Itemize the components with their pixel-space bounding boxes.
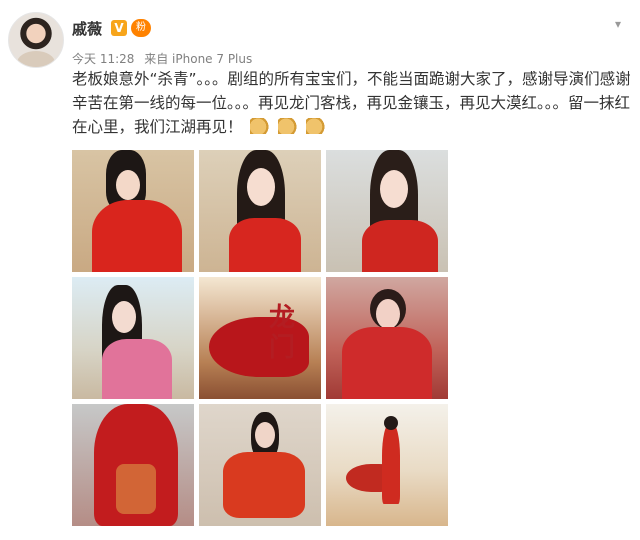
photo-4[interactable] — [72, 277, 194, 399]
avatar-shoulders — [17, 51, 55, 67]
vip-badge: V — [111, 20, 127, 36]
photo-8[interactable] — [199, 404, 321, 526]
photo-1[interactable] — [72, 150, 194, 272]
photo-9[interactable] — [326, 404, 448, 526]
post-meta: 今天 11:28 来自 iPhone 7 Plus — [72, 50, 252, 67]
post-text: 老板娘意外“杀青”。。。剧组的所有宝宝们，不能当面跪谢大家了，感谢导演们感谢辛苦… — [72, 67, 632, 139]
post-time[interactable]: 今天 11:28 — [72, 52, 134, 66]
photo-5[interactable]: 龙门 — [199, 277, 321, 399]
avatar[interactable] — [8, 12, 64, 68]
praying-hands-icon — [278, 118, 299, 134]
photo-7[interactable] — [72, 404, 194, 526]
chevron-down-icon[interactable]: ▾ — [610, 16, 626, 32]
post-text-content: 老板娘意外“杀青”。。。剧组的所有宝宝们，不能当面跪谢大家了，感谢导演们感谢辛苦… — [72, 70, 631, 136]
photo-6[interactable] — [326, 277, 448, 399]
praying-hands-icon — [306, 118, 327, 134]
photo-grid: 龙门 — [72, 150, 448, 526]
photo-3[interactable] — [326, 150, 448, 272]
weibo-post: 戚薇 V 粉 ▾ 今天 11:28 来自 iPhone 7 Plus 老板娘意外… — [0, 0, 640, 540]
photo-2[interactable] — [199, 150, 321, 272]
praying-hands-icon — [250, 118, 271, 134]
fan-badge: 粉 — [131, 19, 151, 37]
post-source: 来自 iPhone 7 Plus — [144, 52, 253, 66]
username[interactable]: 戚薇 — [72, 18, 102, 39]
